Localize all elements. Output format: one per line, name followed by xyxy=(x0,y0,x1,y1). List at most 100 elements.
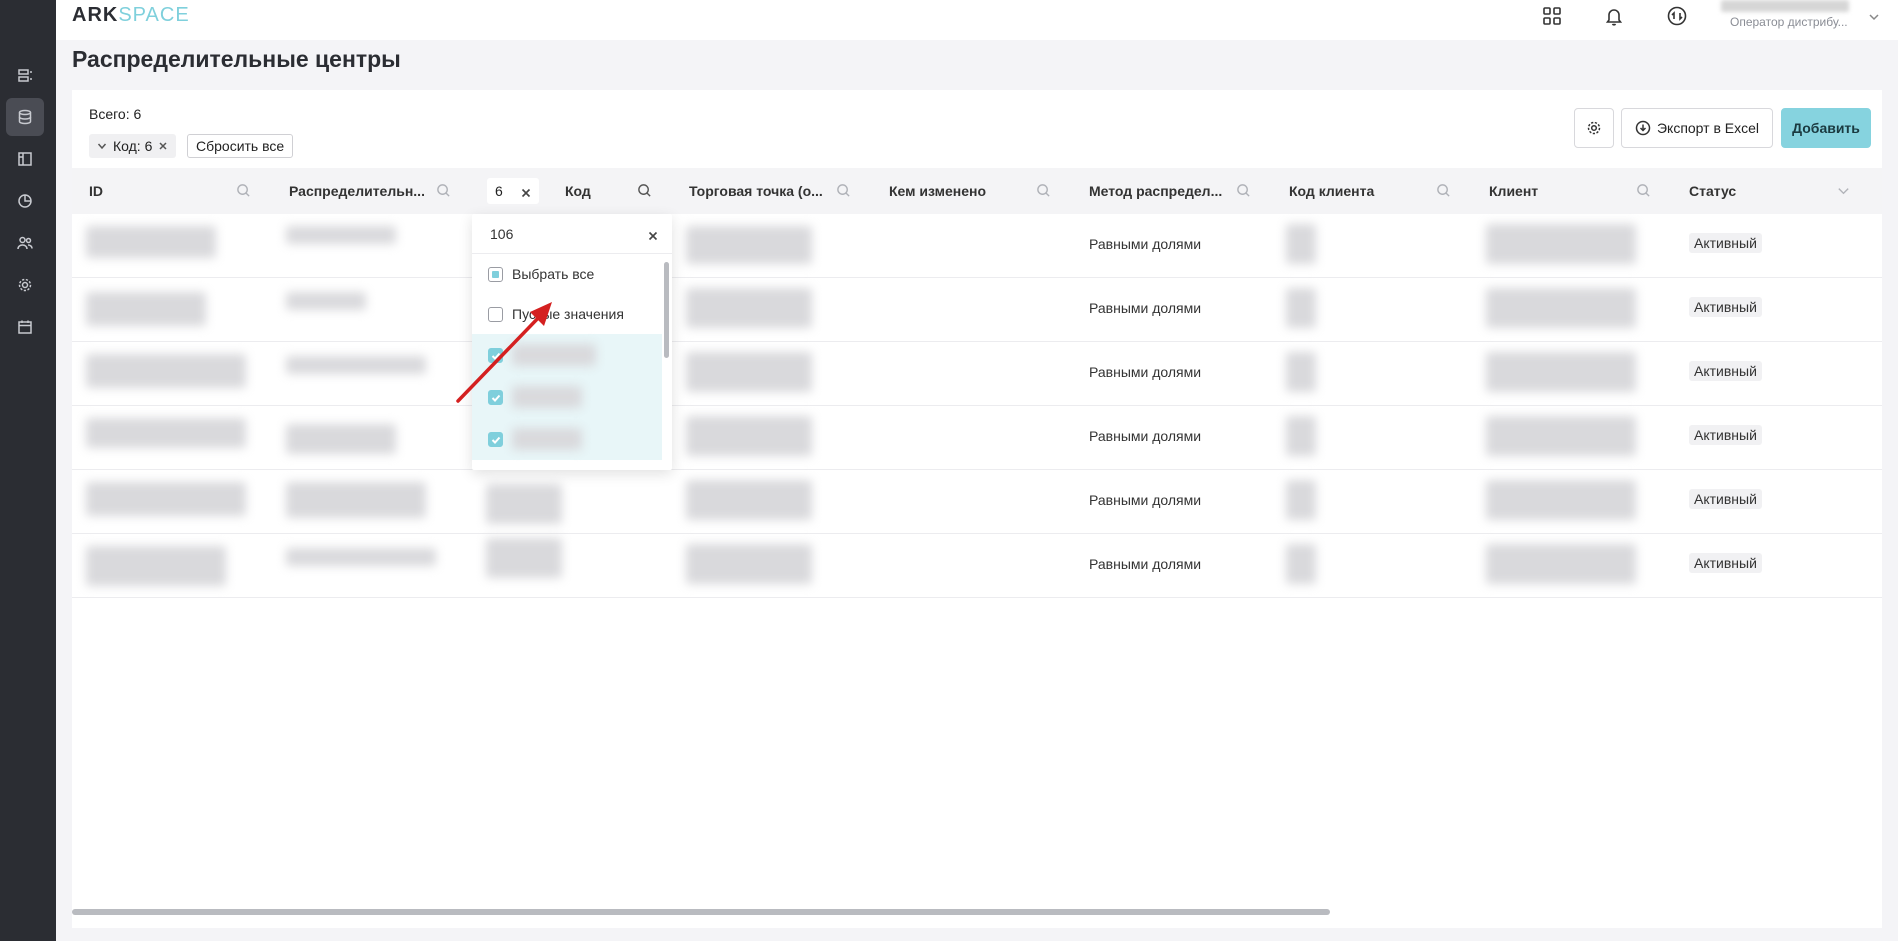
status-badge: Активный xyxy=(1689,361,1762,381)
column-header-client-code[interactable]: Код клиента xyxy=(1289,168,1424,214)
sidebar-item-database[interactable] xyxy=(6,98,44,136)
add-button[interactable]: Добавить xyxy=(1781,108,1871,148)
search-icon[interactable] xyxy=(836,183,852,199)
horizontal-scrollbar[interactable] xyxy=(72,909,1330,915)
user-role: Оператор дистрибу... xyxy=(1730,15,1848,29)
blurred-client-code xyxy=(1286,352,1316,392)
select-all-option[interactable]: Выбрать все xyxy=(472,254,662,294)
column-header-changed-by[interactable]: Кем изменено xyxy=(889,168,1024,214)
table-row[interactable]: Равными долями Активный xyxy=(72,278,1882,342)
chevron-down-icon[interactable] xyxy=(1836,183,1852,199)
sidebar-item-layout[interactable] xyxy=(6,140,44,178)
method-cell: Равными долями xyxy=(1089,300,1202,316)
blurred-client xyxy=(1486,288,1636,328)
table-row[interactable]: Равными долями Активный xyxy=(72,342,1882,406)
export-label: Экспорт в Excel xyxy=(1656,120,1760,136)
select-all-label: Выбрать все xyxy=(512,266,595,282)
blurred-client xyxy=(1486,352,1636,392)
checkbox[interactable] xyxy=(488,266,503,282)
blurred-client-code xyxy=(1286,288,1316,328)
search-icon[interactable] xyxy=(436,183,452,199)
page-title: Распределительные центры xyxy=(72,46,401,72)
download-icon xyxy=(1635,120,1651,136)
filter-chip[interactable]: Код: 6 xyxy=(89,134,177,158)
search-icon[interactable] xyxy=(1636,183,1652,199)
chevron-down-icon[interactable] xyxy=(1868,10,1880,22)
sidebar-item-catalog[interactable] xyxy=(6,57,44,95)
main-card: Всего: 6 Код: 6 Сбросить все Экспорт в E… xyxy=(72,90,1882,928)
blurred-id xyxy=(86,482,246,516)
search-icon[interactable] xyxy=(1036,183,1052,199)
table-settings-button[interactable] xyxy=(1574,108,1614,148)
blurred-client xyxy=(1486,544,1636,584)
search-icon[interactable] xyxy=(1236,183,1252,199)
blurred-outlet xyxy=(686,288,812,328)
status-badge: Активный xyxy=(1689,489,1762,509)
table-row[interactable]: Равными долями Активный xyxy=(72,406,1882,470)
status-badge: Активный xyxy=(1689,297,1762,317)
total-count: Всего: 6 xyxy=(89,106,142,122)
blurred-id xyxy=(86,354,246,388)
close-icon[interactable] xyxy=(521,185,531,198)
column-filter-value: 6 xyxy=(495,183,503,199)
column-header-id[interactable]: ID xyxy=(89,168,229,214)
app-logo[interactable]: ARKSPACE xyxy=(72,4,190,27)
table-row[interactable]: Равными долями Активный xyxy=(72,470,1882,534)
column-header-client[interactable]: Клиент xyxy=(1489,168,1624,214)
column-header-outlet[interactable]: Торговая точка (о... xyxy=(689,168,824,214)
sidebar-item-users[interactable] xyxy=(6,224,44,262)
blurred-client-code xyxy=(1286,544,1316,584)
method-cell: Равными долями xyxy=(1089,236,1202,252)
status-badge: Активный xyxy=(1689,553,1762,573)
layout-icon xyxy=(18,152,32,166)
blurred-id xyxy=(86,226,216,258)
chevron-down-icon xyxy=(97,143,107,150)
search-icon[interactable] xyxy=(1436,183,1452,199)
blurred-id xyxy=(86,292,206,326)
blurred-client xyxy=(1486,224,1636,264)
blurred-outlet xyxy=(686,544,812,584)
blurred-center xyxy=(286,548,436,566)
column-filter-input[interactable]: 6 xyxy=(487,178,539,204)
apps-grid-icon[interactable] xyxy=(1540,4,1564,28)
dropdown-search-value: 106 xyxy=(490,225,514,242)
blurred-outlet xyxy=(686,226,812,264)
column-header-code[interactable]: Код xyxy=(565,168,625,214)
blurred-option xyxy=(512,428,582,450)
blurred-client xyxy=(1486,480,1636,520)
blurred-outlet xyxy=(686,352,812,392)
switch-icon[interactable] xyxy=(1665,4,1689,28)
reset-all-button[interactable]: Сбросить все xyxy=(187,134,294,158)
blurred-code xyxy=(486,484,562,524)
blurred-code xyxy=(486,538,562,578)
column-header-method[interactable]: Метод распредел... xyxy=(1089,168,1224,214)
checkbox[interactable] xyxy=(488,431,503,447)
table-row[interactable]: Равными долями Активный xyxy=(72,214,1882,278)
filter-value-option[interactable] xyxy=(472,418,662,460)
dropdown-search-input[interactable]: 106 xyxy=(472,214,672,254)
bell-icon[interactable] xyxy=(1602,4,1626,28)
close-icon[interactable] xyxy=(158,141,168,151)
sidebar-item-calendar[interactable] xyxy=(6,308,44,346)
blurred-client xyxy=(1486,416,1636,456)
blurred-center xyxy=(286,292,366,310)
close-icon[interactable] xyxy=(648,228,658,241)
filter-chip-label: Код: 6 xyxy=(113,138,153,154)
search-icon[interactable] xyxy=(236,183,252,199)
column-header-distribution-center[interactable]: Распределительн... xyxy=(289,168,424,214)
dropdown-scrollbar[interactable] xyxy=(664,262,669,358)
sidebar xyxy=(0,0,56,941)
database-icon xyxy=(18,109,32,125)
export-excel-button[interactable]: Экспорт в Excel xyxy=(1621,108,1773,148)
column-header-status[interactable]: Статус xyxy=(1689,168,1824,214)
method-cell: Равными долями xyxy=(1089,492,1202,508)
table-row[interactable]: Равными долями Активный xyxy=(72,534,1882,598)
search-icon[interactable] xyxy=(637,183,653,199)
blurred-center xyxy=(286,482,426,518)
sidebar-item-reports[interactable] xyxy=(6,182,44,220)
sidebar-item-settings[interactable] xyxy=(6,266,44,304)
blurred-id xyxy=(86,546,226,586)
pie-chart-icon xyxy=(18,194,32,208)
blurred-center xyxy=(286,356,426,374)
blurred-client-code xyxy=(1286,416,1316,456)
